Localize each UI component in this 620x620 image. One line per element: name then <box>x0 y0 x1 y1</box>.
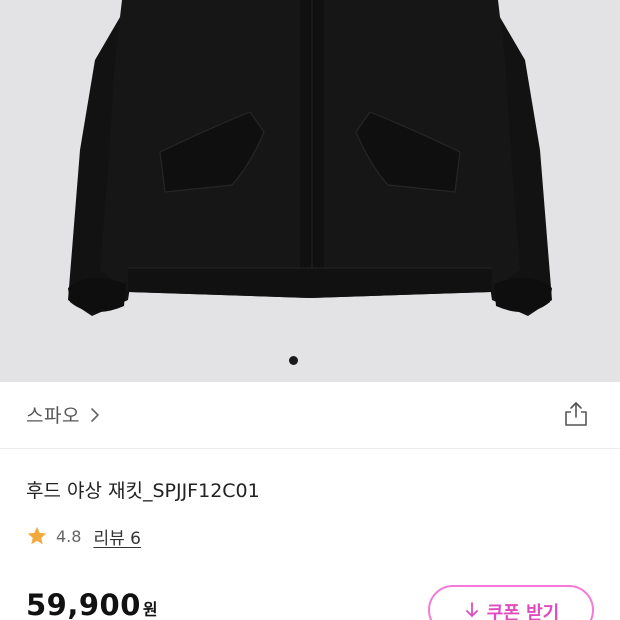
brand-name: 스파오 <box>26 405 80 427</box>
rating-value: 4.8 <box>56 526 82 546</box>
star-icon <box>26 525 48 547</box>
chevron-right-icon <box>86 406 104 424</box>
review-link[interactable]: 리뷰 6 <box>93 524 141 549</box>
coupon-button[interactable]: 쿠폰 받기 <box>428 585 594 620</box>
product-image-carousel[interactable] <box>0 0 620 382</box>
share-icon <box>563 400 589 432</box>
price-amount: 59,900 <box>26 588 141 620</box>
brand-row: 스파오 <box>0 382 620 449</box>
product-title: 후드 야상 재킷_SPJJF12C01 <box>26 480 260 502</box>
brand-link[interactable]: 스파오 <box>26 401 104 428</box>
share-button[interactable] <box>560 400 592 432</box>
price-unit: 원 <box>142 600 158 619</box>
product-detail-page: 스파오 후드 야상 재킷_SPJJF12C01 4.8 리뷰 6 59,900 … <box>0 0 620 620</box>
coupon-label: 쿠폰 받기 <box>486 603 560 620</box>
rating-row: 4.8 리뷰 6 <box>26 524 141 549</box>
price-row: 59,900 원 <box>26 588 158 620</box>
product-image <box>0 0 620 382</box>
download-icon <box>463 601 481 619</box>
carousel-indicator-dot[interactable] <box>289 356 298 365</box>
